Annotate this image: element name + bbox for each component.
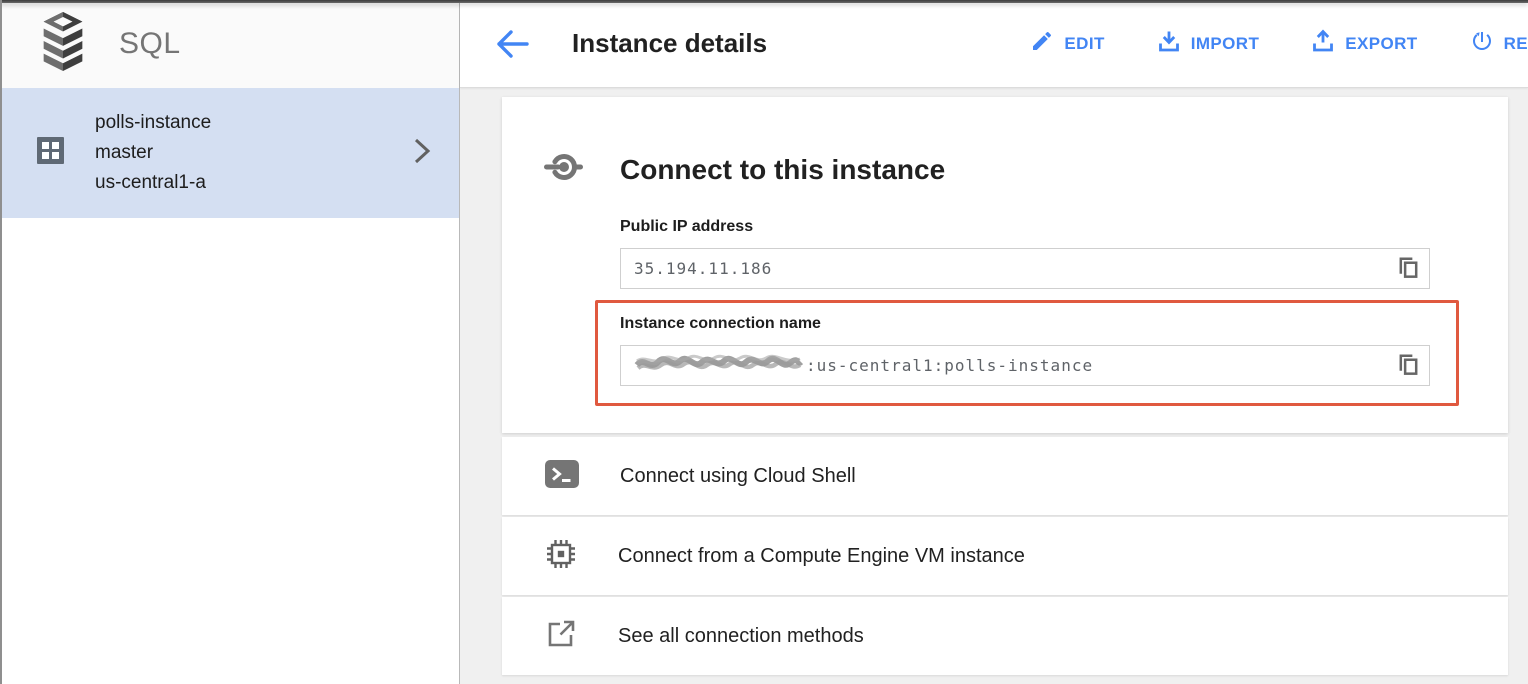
sidebar-header: SQL [0, 0, 459, 88]
instance-zone: us-central1-a [95, 168, 211, 198]
open-in-new-icon [545, 618, 577, 655]
public-ip-value-box[interactable]: 35.194.11.186 [620, 248, 1430, 289]
window-top-edge [0, 0, 1528, 3]
restart-button[interactable]: RE [1470, 29, 1528, 58]
back-arrow-icon[interactable] [494, 28, 530, 60]
connect-cloud-shell-row[interactable]: Connect using Cloud Shell [502, 437, 1508, 515]
connection-name-label: Instance connection name [620, 315, 1430, 333]
content: Connect to this instance Public IP addre… [460, 88, 1528, 675]
public-ip-label: Public IP address [620, 218, 1430, 236]
card-title-row: Connect to this instance [502, 147, 1508, 192]
export-upload-icon [1311, 29, 1335, 58]
copy-icon[interactable] [1394, 352, 1422, 380]
see-all-connection-methods-row[interactable]: See all connection methods [502, 597, 1508, 675]
public-ip-value: 35.194.11.186 [634, 259, 772, 278]
page-title: Instance details [572, 28, 767, 59]
cloud-sql-app: SQL polls-instance master us-central1-a [0, 0, 1528, 684]
sidebar-item-polls-instance[interactable]: polls-instance master us-central1-a [0, 88, 459, 218]
edit-button[interactable]: EDIT [1030, 29, 1104, 58]
restart-label: RE [1504, 34, 1528, 54]
import-download-icon [1157, 29, 1181, 58]
connection-name-value-box[interactable]: :us-central1:polls-instance [620, 345, 1430, 386]
import-button[interactable]: IMPORT [1157, 29, 1260, 58]
chevron-right-icon[interactable] [411, 137, 433, 170]
instance-summary: polls-instance master us-central1-a [95, 108, 211, 198]
page-header: Instance details EDIT [460, 0, 1528, 88]
red-annotation-box: Instance connection name :us-central1:po… [595, 300, 1459, 406]
connect-compute-engine-row[interactable]: Connect from a Compute Engine VM instanc… [502, 517, 1508, 595]
window-left-edge [0, 0, 2, 684]
export-label: EXPORT [1345, 34, 1417, 54]
export-button[interactable]: EXPORT [1311, 29, 1417, 58]
pencil-icon [1030, 29, 1054, 58]
main-area: Instance details EDIT [460, 0, 1528, 684]
sql-stack-logo-icon [37, 12, 89, 77]
instance-name: polls-instance [95, 108, 211, 138]
row-label: Connect from a Compute Engine VM instanc… [618, 545, 1025, 568]
copy-icon[interactable] [1394, 255, 1422, 283]
restart-power-icon [1470, 29, 1494, 58]
edit-label: EDIT [1064, 34, 1104, 54]
row-label: Connect using Cloud Shell [620, 465, 856, 488]
connect-card: Connect to this instance Public IP addre… [502, 97, 1508, 433]
sidebar: SQL polls-instance master us-central1-a [0, 0, 460, 684]
card-title: Connect to this instance [620, 154, 945, 186]
header-actions: EDIT IMPORT [978, 29, 1528, 58]
cloud-shell-terminal-icon [545, 459, 579, 494]
row-label: See all connection methods [618, 625, 864, 648]
connect-plug-icon [544, 147, 584, 192]
compute-engine-chip-icon [545, 538, 577, 575]
connection-name-visible-value: :us-central1:polls-instance [806, 356, 1093, 375]
product-name: SQL [119, 27, 181, 61]
import-label: IMPORT [1191, 34, 1260, 54]
redacted-scribble [634, 352, 804, 379]
public-ip-field: Public IP address 35.194.11.186 [620, 218, 1430, 289]
instance-role: master [95, 138, 211, 168]
connection-name-field: Instance connection name :us-central1:po… [620, 315, 1430, 386]
instance-grid-icon [37, 137, 64, 169]
